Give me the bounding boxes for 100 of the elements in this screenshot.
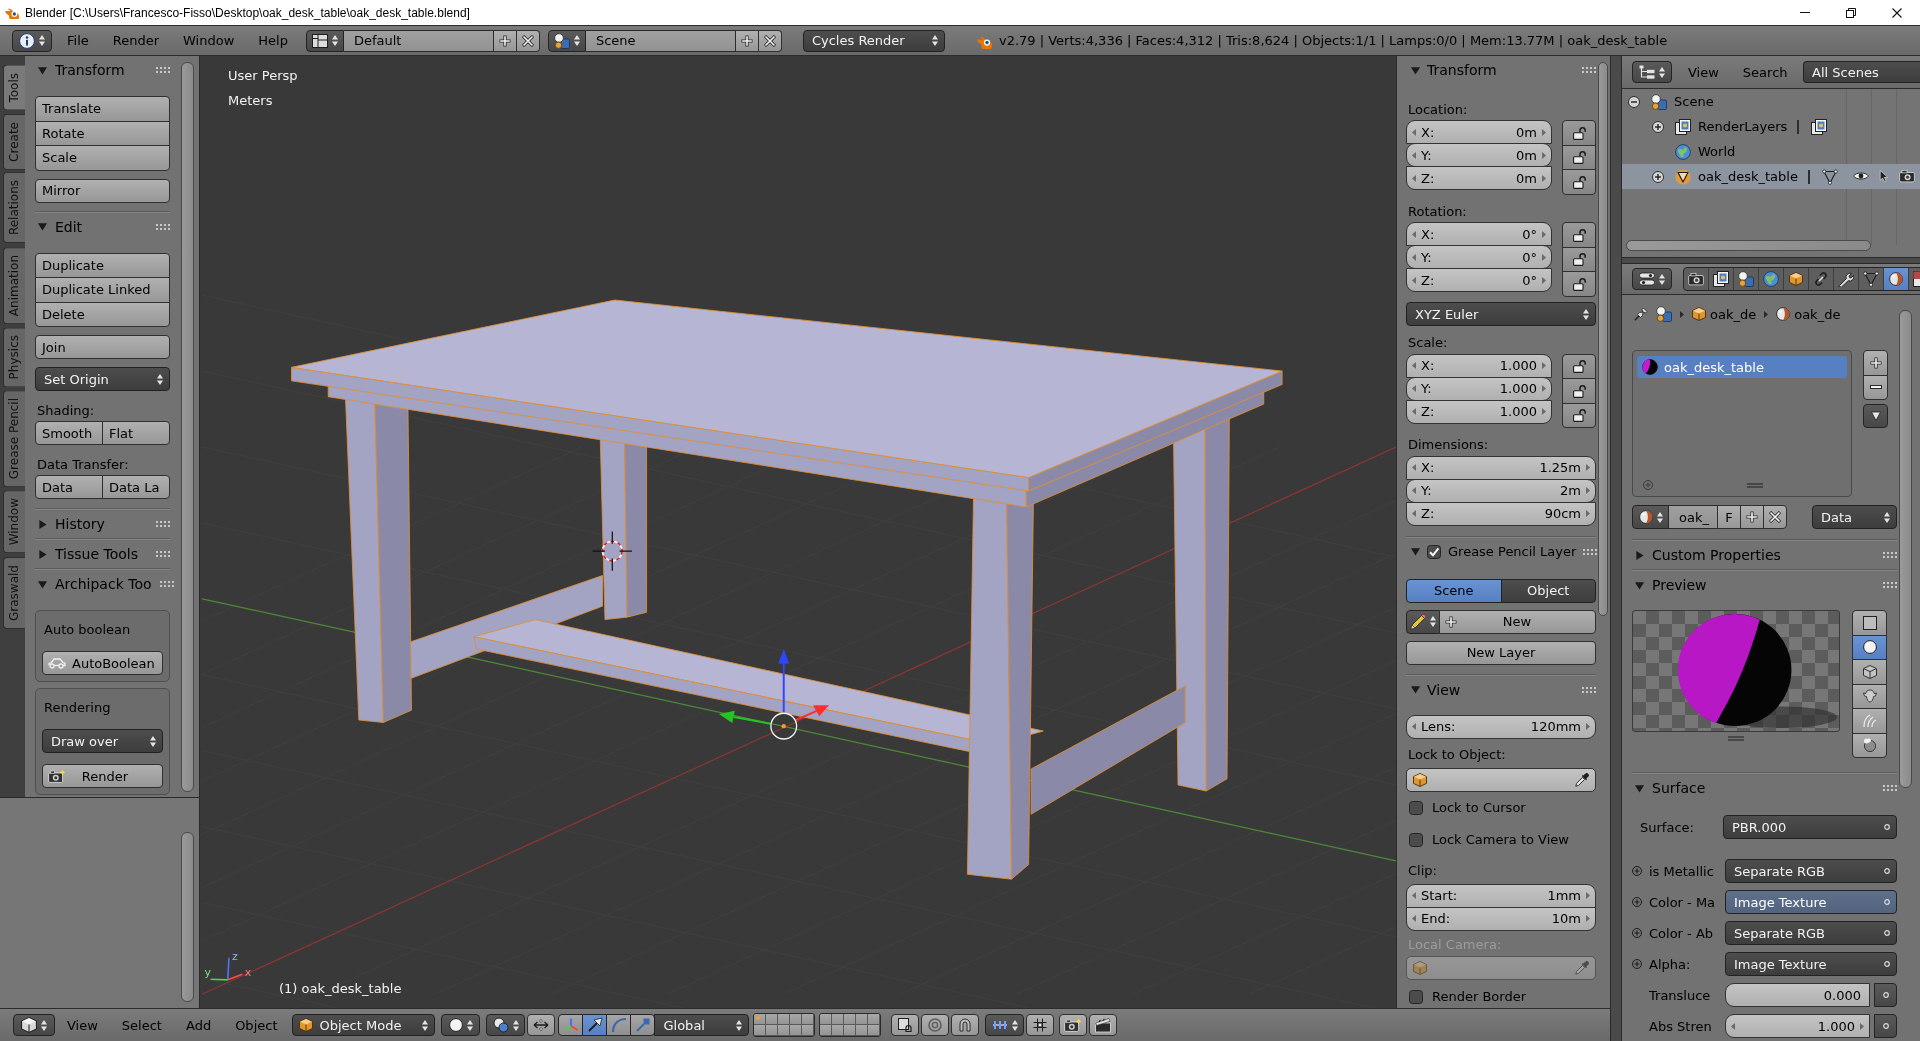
tool-shelf-tab[interactable]: Tools <box>3 65 25 111</box>
location-field[interactable]: Y: 0m <box>1406 143 1552 167</box>
layer-toggle[interactable] <box>790 1014 803 1025</box>
layer-toggle[interactable] <box>766 1014 779 1025</box>
auto-boolean-button[interactable]: AutoBoolean <box>42 651 163 675</box>
expand-toggle-icon[interactable] <box>1652 170 1664 183</box>
pin-icon[interactable] <box>1634 307 1648 321</box>
decrement-arrow-icon[interactable] <box>1412 362 1416 369</box>
disclosure-triangle-icon[interactable] <box>1635 550 1644 560</box>
checkbox[interactable] <box>1409 832 1423 847</box>
menu-item[interactable]: Help <box>258 33 288 48</box>
decrement-arrow-icon[interactable] <box>1412 276 1416 284</box>
clip-field[interactable]: Start: 1mm <box>1406 883 1596 908</box>
layer-toggle[interactable] <box>820 1025 833 1036</box>
fake-user-button[interactable]: F <box>1717 505 1741 529</box>
menu-item[interactable]: Render <box>112 33 160 48</box>
layer-toggle[interactable] <box>832 1014 845 1025</box>
increment-arrow-icon[interactable] <box>1542 151 1546 159</box>
number-field[interactable]: 1.000 <box>1725 1014 1870 1038</box>
disclosure-triangle-icon[interactable] <box>38 579 47 589</box>
lock-toggle[interactable] <box>1562 271 1596 297</box>
data-transfer-button[interactable]: Data La <box>102 475 170 499</box>
pivot-ring-icon[interactable] <box>770 712 798 740</box>
decrement-arrow-icon[interactable] <box>1412 915 1416 922</box>
decrement-arrow-icon[interactable] <box>1412 408 1416 415</box>
restore-icon[interactable] <box>1846 7 1856 18</box>
preview-shape-button[interactable] <box>1852 683 1887 709</box>
link-dropdown[interactable]: Data <box>1812 505 1897 529</box>
dimension-field[interactable]: X: 1.25m <box>1406 455 1596 480</box>
layer-toggle[interactable] <box>868 1014 881 1025</box>
decrement-arrow-icon[interactable] <box>1412 723 1416 730</box>
expand-toggle-icon[interactable] <box>1652 120 1664 133</box>
layer-toggle[interactable] <box>802 1025 815 1036</box>
increment-arrow-icon[interactable] <box>1586 487 1590 494</box>
drag-handle-icon[interactable] <box>159 581 174 587</box>
location-field[interactable]: Z: 0m <box>1406 166 1552 190</box>
manipulator-button[interactable] <box>606 1014 632 1036</box>
delete-layout-button[interactable] <box>516 29 540 52</box>
viewport-canvas[interactable]: User Persp Meters z y x (1) oak_desk_table <box>200 56 1396 1008</box>
rotation-field[interactable]: Z: 0° <box>1406 268 1552 292</box>
preview-shape-button[interactable] <box>1852 610 1887 636</box>
preview-shape-button[interactable] <box>1852 732 1887 758</box>
plus-circle-icon[interactable] <box>1632 897 1642 907</box>
increment-arrow-icon[interactable] <box>1542 362 1546 369</box>
plus-circle-icon[interactable] <box>1632 959 1642 969</box>
panel-header[interactable]: Transform <box>55 62 125 78</box>
increment-arrow-icon[interactable] <box>1586 464 1590 471</box>
menu-item[interactable]: View <box>1688 64 1719 80</box>
link-socket-button[interactable] <box>1874 983 1897 1007</box>
disclosure-triangle-icon[interactable] <box>38 65 47 75</box>
decrement-arrow-icon[interactable] <box>1412 464 1416 471</box>
screen-layout-field[interactable]: Default <box>343 29 494 52</box>
new-button[interactable]: New <box>1439 609 1596 634</box>
lock-camera-button[interactable] <box>891 1014 920 1036</box>
disclosure-triangle-icon[interactable] <box>1411 65 1420 75</box>
manipulator-button[interactable] <box>630 1014 656 1036</box>
panel-header[interactable]: Surface <box>1652 780 1706 796</box>
slot-menu-button[interactable] <box>1863 404 1888 428</box>
layer-toggle[interactable] <box>844 1025 857 1036</box>
checkbox-label[interactable]: Render Border <box>1432 989 1526 1004</box>
display-mode-button[interactable] <box>1632 61 1672 83</box>
node-input-dropdown[interactable]: Separate RGB <box>1725 859 1897 883</box>
new-layer-button[interactable]: New Layer <box>1406 640 1596 665</box>
tool-button[interactable]: Translate <box>35 96 170 122</box>
menu-item[interactable]: File <box>67 33 89 48</box>
add-slot-button[interactable] <box>1863 350 1888 376</box>
increment-arrow-icon[interactable] <box>1586 892 1590 899</box>
lock-toggle[interactable] <box>1562 120 1596 146</box>
add-scene-button[interactable] <box>735 29 759 52</box>
browse-material-button[interactable] <box>1632 505 1669 529</box>
location-field[interactable]: X: 0m <box>1406 120 1552 144</box>
new-material-button[interactable] <box>1740 505 1764 529</box>
y-axis-arrow[interactable] <box>718 710 772 725</box>
drag-handle-icon[interactable] <box>156 521 170 527</box>
lock-toggle[interactable] <box>1562 222 1596 248</box>
layer-toggle[interactable] <box>778 1025 791 1036</box>
orientation-dropdown[interactable]: Global <box>654 1014 750 1036</box>
snap-element-dropdown[interactable] <box>985 1014 1025 1036</box>
menu-item[interactable]: Window <box>183 33 235 48</box>
value-field[interactable]: 0.000 <box>1725 983 1870 1007</box>
panel-header[interactable]: View <box>1427 681 1461 698</box>
drag-handle-icon[interactable] <box>1883 785 1897 791</box>
data-transfer-button[interactable]: Data <box>35 475 103 499</box>
scale-field[interactable]: X: 1.000 <box>1406 353 1552 378</box>
cursor-arrow-icon[interactable] <box>1878 170 1890 182</box>
outliner-item[interactable]: oak_desk_table <box>1622 164 1920 189</box>
node-input-dropdown[interactable]: Image Texture <box>1725 952 1897 976</box>
tool-button[interactable]: Scale <box>35 145 170 171</box>
lock-toggle[interactable] <box>1562 144 1596 170</box>
scrollbar[interactable] <box>1899 310 1912 788</box>
increment-arrow-icon[interactable] <box>1586 510 1590 517</box>
panel-header[interactable]: Transform <box>1427 62 1497 78</box>
disclosure-triangle-icon[interactable] <box>38 519 47 529</box>
scale-field[interactable]: Z: 1.000 <box>1406 399 1552 424</box>
drag-handle-icon[interactable] <box>1582 67 1596 73</box>
scene-field[interactable]: Scene <box>585 29 736 52</box>
menu-item[interactable]: View <box>67 1017 98 1033</box>
camera-icon[interactable] <box>1688 271 1704 287</box>
snap-button[interactable] <box>951 1014 980 1036</box>
panel-header[interactable]: Tissue Tools <box>55 546 139 562</box>
